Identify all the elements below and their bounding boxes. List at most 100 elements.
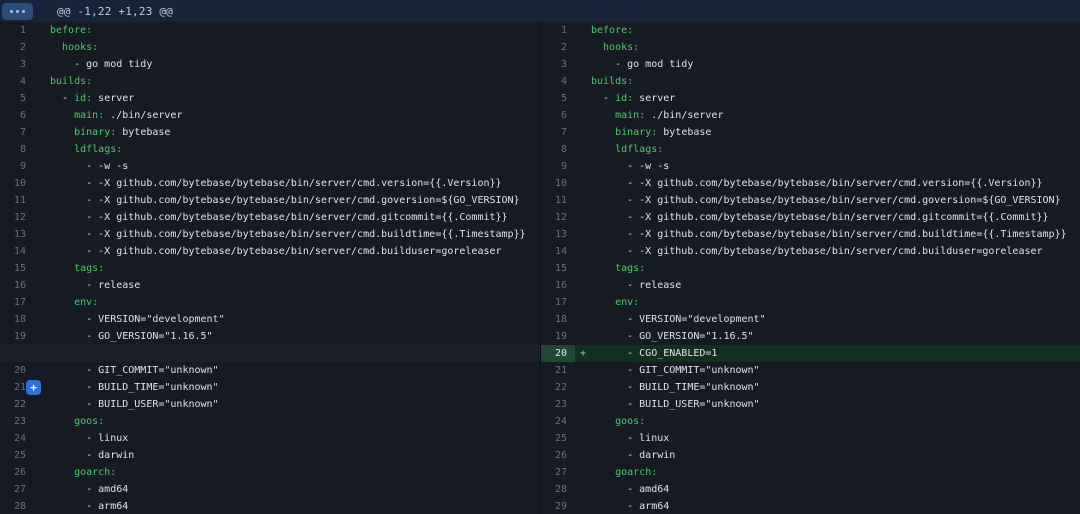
code-line: - -w -s	[50, 158, 540, 175]
code-line: - arm64	[50, 498, 540, 514]
diff-sign	[575, 90, 591, 107]
code-line: - -w -s	[591, 158, 1080, 175]
code-line: - BUILD_TIME="unknown"	[50, 379, 540, 396]
code-line: goarch:	[50, 464, 540, 481]
diff-sign	[575, 311, 591, 328]
code-text	[50, 127, 74, 138]
code-line: before:	[591, 22, 1080, 39]
diff-sign	[34, 430, 50, 447]
diff-sign	[34, 141, 50, 158]
diff-row: 26 - darwin	[541, 447, 1080, 464]
diff-row: 20 - GIT_COMMIT="unknown"	[0, 362, 540, 379]
line-number: 15	[541, 260, 575, 277]
ellipsis-icon	[10, 10, 13, 13]
diff-sign	[575, 39, 591, 56]
code-text: - release	[591, 280, 681, 291]
diff-sign	[575, 73, 591, 90]
diff-sign	[575, 158, 591, 175]
code-text	[50, 110, 74, 121]
code-line: env:	[591, 294, 1080, 311]
diff-row: 8 ldflags:	[0, 141, 540, 158]
line-number: 4	[541, 73, 575, 90]
diff-row: 23 goos:	[0, 413, 540, 430]
expand-context-button[interactable]	[2, 3, 33, 20]
diff-row: 5 - id: server	[541, 90, 1080, 107]
diff-row: 28 - arm64	[0, 498, 540, 514]
diff-sign	[34, 209, 50, 226]
line-number: 22	[541, 379, 575, 396]
code-text: - BUILD_USER="unknown"	[591, 399, 760, 410]
line-number: 18	[541, 311, 575, 328]
line-number: 3	[0, 56, 34, 73]
code-text: - -X github.com/bytebase/bytebase/bin/se…	[591, 229, 1067, 240]
diff-sign	[34, 226, 50, 243]
code-line: ldflags:	[50, 141, 540, 158]
code-line: - -X github.com/bytebase/bytebase/bin/se…	[591, 175, 1080, 192]
diff-sign	[575, 464, 591, 481]
diff-row: 14 - -X github.com/bytebase/bytebase/bin…	[0, 243, 540, 260]
code-text: - linux	[591, 433, 669, 444]
diff-row: 4builds:	[0, 73, 540, 90]
diff-row: 23 - BUILD_USER="unknown"	[541, 396, 1080, 413]
line-number: 2	[0, 39, 34, 56]
yaml-key: goos:	[74, 416, 104, 427]
code-line: tags:	[50, 260, 540, 277]
diff-row: 25 - linux	[541, 430, 1080, 447]
code-text: - -X github.com/bytebase/bytebase/bin/se…	[50, 246, 502, 257]
diff-row: 29 - arm64	[541, 498, 1080, 514]
diff-sign	[575, 175, 591, 192]
diff-sign	[34, 39, 50, 56]
yaml-key: id:	[615, 93, 633, 104]
code-text: - linux	[50, 433, 128, 444]
code-text	[591, 467, 615, 478]
code-line: - -X github.com/bytebase/bytebase/bin/se…	[50, 209, 540, 226]
code-text	[591, 416, 615, 427]
filler-row	[0, 345, 540, 362]
add-comment-button[interactable]: +	[26, 380, 41, 395]
code-line: - -X github.com/bytebase/bytebase/bin/se…	[591, 226, 1080, 243]
line-number: 13	[0, 226, 34, 243]
diff-row: 12 - -X github.com/bytebase/bytebase/bin…	[0, 209, 540, 226]
code-text: - -X github.com/bytebase/bytebase/bin/se…	[591, 195, 1061, 206]
code-line: builds:	[591, 73, 1080, 90]
line-number: 4	[0, 73, 34, 90]
diff-row: 13 - -X github.com/bytebase/bytebase/bin…	[0, 226, 540, 243]
code-line: - GO_VERSION="1.16.5"	[591, 328, 1080, 345]
diff-panes: 1before:2 hooks:3 - go mod tidy4builds:5…	[0, 22, 1080, 514]
line-number: 27	[0, 481, 34, 498]
code-line: - darwin	[591, 447, 1080, 464]
diff-row: 5 - id: server	[0, 90, 540, 107]
diff-row: 20+ - CGO_ENABLED=1	[541, 345, 1080, 362]
yaml-key: before:	[591, 25, 633, 36]
code-text: - GO_VERSION="1.16.5"	[591, 331, 754, 342]
hunk-header-bar: @@ -1,22 +1,23 @@	[0, 0, 1080, 22]
diff-row: 8 ldflags:	[541, 141, 1080, 158]
diff-row: 13 - -X github.com/bytebase/bytebase/bin…	[541, 226, 1080, 243]
code-text	[591, 263, 615, 274]
code-text: - -X github.com/bytebase/bytebase/bin/se…	[50, 178, 502, 189]
line-number: 27	[541, 464, 575, 481]
yaml-key: hooks:	[603, 42, 639, 53]
line-number: 7	[0, 124, 34, 141]
diff-sign	[34, 243, 50, 260]
code-line: - GIT_COMMIT="unknown"	[50, 362, 540, 379]
diff-row: 21 - BUILD_TIME="unknown"+	[0, 379, 540, 396]
diff-sign	[34, 22, 50, 39]
diff-row: 2 hooks:	[0, 39, 540, 56]
code-line: - CGO_ENABLED=1	[591, 345, 1080, 362]
line-number: 5	[541, 90, 575, 107]
diff-row: 22 - BUILD_TIME="unknown"	[541, 379, 1080, 396]
code-text: - release	[50, 280, 140, 291]
code-text	[50, 416, 74, 427]
diff-sign	[34, 481, 50, 498]
line-number: 11	[0, 192, 34, 209]
diff-row: 11 - -X github.com/bytebase/bytebase/bin…	[541, 192, 1080, 209]
code-line: - go mod tidy	[50, 56, 540, 73]
code-text: - -X github.com/bytebase/bytebase/bin/se…	[50, 212, 508, 223]
line-number: 10	[0, 175, 34, 192]
line-number: 20	[0, 362, 34, 379]
code-text: - go mod tidy	[591, 59, 693, 70]
diff-row: 17 env:	[541, 294, 1080, 311]
yaml-key: binary:	[615, 127, 657, 138]
line-number: 5	[0, 90, 34, 107]
